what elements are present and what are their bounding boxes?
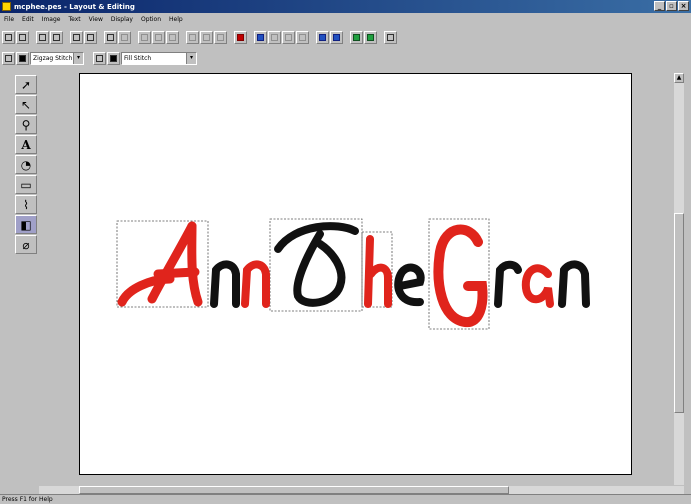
new-icon[interactable] [2,30,15,44]
status-text: Press F1 for Help [2,496,53,503]
import-icon[interactable] [36,30,49,44]
region-stitch-value: Fill Stitch [124,54,152,62]
status-bar: Press F1 for Help [0,494,691,504]
zoom-icon[interactable]: ⚲ [15,115,37,134]
preview-icon[interactable] [350,30,363,44]
embroidery-design[interactable] [80,74,633,476]
menu-display[interactable]: Display [107,16,137,23]
arrange-icon[interactable] [296,30,309,44]
letter-a [117,221,203,307]
align-left-icon[interactable] [186,30,199,44]
point-edit-icon[interactable]: ↖ [15,95,37,114]
color-icon[interactable] [234,30,247,44]
menu-help[interactable]: Help [165,16,187,23]
region-color-icon[interactable] [107,51,120,65]
select-icon[interactable]: ➚ [15,75,37,94]
grid-icon[interactable] [330,30,343,44]
letter-n3 [558,260,590,308]
align-right-icon[interactable] [214,30,227,44]
menu-view[interactable]: View [85,16,107,23]
text-icon[interactable]: A [15,135,37,154]
chevron-down-icon: ▾ [186,52,196,64]
rectangle-icon[interactable]: ▭ [15,175,37,194]
menu-file[interactable]: File [0,16,18,23]
paste-icon[interactable] [166,30,179,44]
open-icon[interactable] [16,30,29,44]
write-card-icon[interactable] [384,30,397,44]
stitch-toolbar: Zigzag Stitch ▾ Fill Stitch ▾ [2,50,200,66]
letter-g [433,224,488,328]
menu-bar: File Edit Image Text View Display Option… [0,13,691,25]
letter-a2 [521,264,554,308]
distribute-icon[interactable] [282,30,295,44]
group-icon[interactable] [254,30,267,44]
title-bar: mcphee.pes - Layout & Editing _ ▫ × [0,0,691,13]
shape-icon[interactable]: ◧ [15,215,37,234]
circle-arc-icon[interactable]: ◔ [15,155,37,174]
app-icon [2,2,11,11]
selection-box-t [269,218,363,312]
ungroup-icon[interactable] [268,30,281,44]
line-color-icon[interactable] [16,51,29,65]
tool-palette: ➚ ↖ ⚲ A ◔ ▭ ⌇ ◧ ⌀ [15,75,37,255]
redo-icon[interactable] [118,30,131,44]
window-title: mcphee.pes - Layout & Editing [14,2,135,11]
align-center-icon[interactable] [200,30,213,44]
letter-r [494,260,522,308]
hoop-icon[interactable] [316,30,329,44]
horizontal-scrollbar[interactable] [39,486,684,494]
letter-e [394,263,425,307]
stamp-icon[interactable]: ⌇ [15,195,37,214]
copy-icon[interactable] [152,30,165,44]
cut-icon[interactable] [138,30,151,44]
eraser-icon[interactable]: ⌀ [15,235,37,254]
menu-option[interactable]: Option [137,16,165,23]
save-icon[interactable] [70,30,83,44]
line-sew-toggle-icon[interactable] [2,51,15,65]
region-stitch-select[interactable]: Fill Stitch ▾ [121,51,197,65]
line-stitch-select[interactable]: Zigzag Stitch ▾ [30,51,84,65]
vertical-scroll-thumb[interactable] [674,213,684,413]
menu-text[interactable]: Text [64,16,84,23]
horizontal-scroll-thumb[interactable] [79,486,509,494]
realistic-preview-icon[interactable] [364,30,377,44]
letter-h [364,235,392,308]
maximize-button[interactable]: ▫ [666,1,677,11]
letter-n2 [241,260,270,308]
chevron-down-icon: ▾ [73,52,83,64]
menu-image[interactable]: Image [38,16,65,23]
scroll-up-icon[interactable]: ▲ [674,73,684,83]
letter-t [274,222,359,307]
save-as-icon[interactable] [84,30,97,44]
menu-edit[interactable]: Edit [18,16,38,23]
export-icon[interactable] [50,30,63,44]
window-controls: _ ▫ × [654,1,689,11]
vertical-scrollbar[interactable]: ▲ [674,73,684,485]
minimize-button[interactable]: _ [654,1,665,11]
region-sew-toggle-icon[interactable] [93,51,106,65]
line-stitch-value: Zigzag Stitch [33,54,73,62]
close-button[interactable]: × [678,1,689,11]
design-canvas[interactable] [79,73,632,475]
letter-n1 [210,260,240,308]
main-toolbar [2,28,398,46]
undo-icon[interactable] [104,30,117,44]
